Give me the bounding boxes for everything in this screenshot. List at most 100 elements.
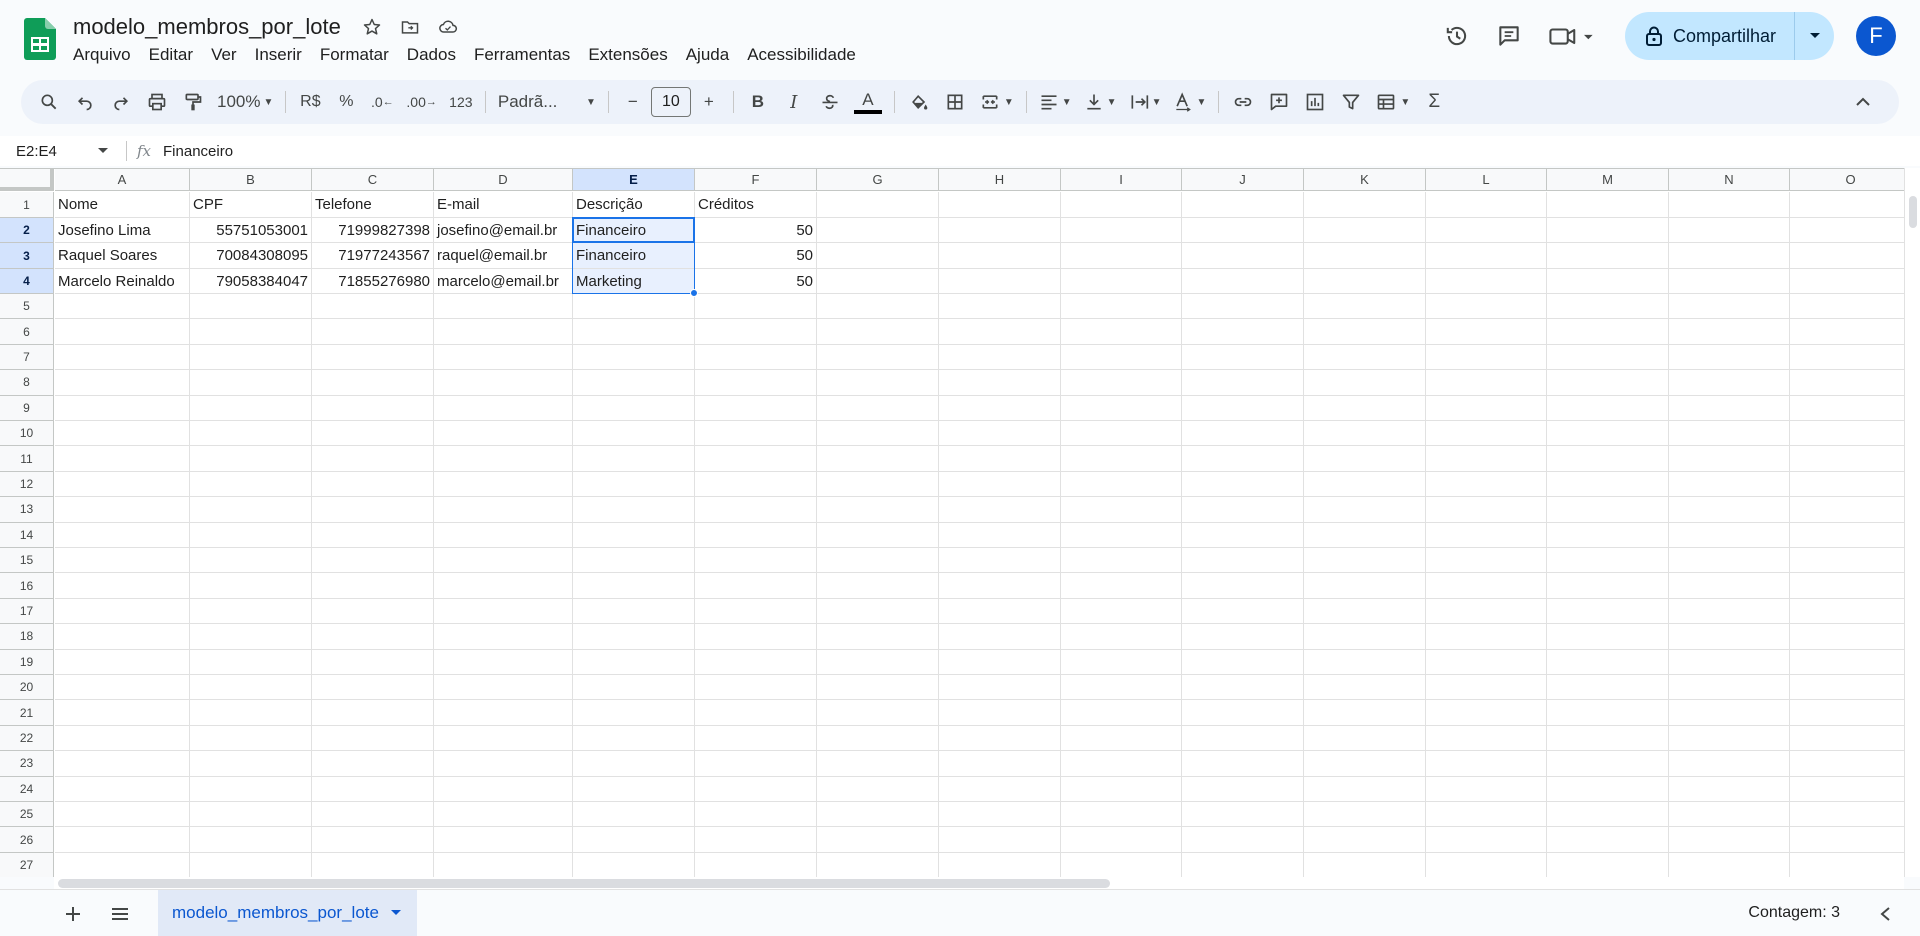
cell-e23[interactable] <box>573 751 695 777</box>
cell-i17[interactable] <box>1061 598 1182 625</box>
cell-f20[interactable] <box>695 675 817 701</box>
cell-o1[interactable] <box>1790 192 1904 218</box>
cell-g27[interactable] <box>817 852 939 877</box>
cell-l17[interactable] <box>1426 598 1547 625</box>
cell-a14[interactable] <box>55 522 190 548</box>
cell-g14[interactable] <box>817 522 939 548</box>
row-header-8[interactable]: 8 <box>0 370 54 396</box>
cell-m14[interactable] <box>1547 522 1669 548</box>
cell-j10[interactable] <box>1182 421 1304 447</box>
cell-a5[interactable] <box>55 294 190 320</box>
cell-e27[interactable] <box>573 852 695 877</box>
cell-b15[interactable] <box>190 548 312 574</box>
cell-n1[interactable] <box>1669 192 1790 218</box>
cell-g17[interactable] <box>817 598 939 625</box>
cell-c1[interactable]: Telefone <box>312 192 434 218</box>
cell-c13[interactable] <box>312 497 434 523</box>
selection-count[interactable]: Contagem: 3 <box>1748 904 1840 922</box>
cell-d23[interactable] <box>434 751 573 777</box>
cell-m3[interactable] <box>1547 243 1669 269</box>
cell-o8[interactable] <box>1790 370 1904 396</box>
cell-f27[interactable] <box>695 852 817 877</box>
cell-b16[interactable] <box>190 573 312 599</box>
cell-k11[interactable] <box>1304 446 1426 472</box>
row-header-2[interactable]: 2 <box>0 218 54 243</box>
cell-i21[interactable] <box>1061 700 1182 726</box>
cell-i10[interactable] <box>1061 421 1182 447</box>
cell-e25[interactable] <box>573 802 695 828</box>
cell-l14[interactable] <box>1426 522 1547 548</box>
cell-d20[interactable] <box>434 675 573 701</box>
cell-d14[interactable] <box>434 522 573 548</box>
cell-i13[interactable] <box>1061 497 1182 523</box>
cell-m21[interactable] <box>1547 700 1669 726</box>
cell-g12[interactable] <box>817 471 939 498</box>
cell-i20[interactable] <box>1061 675 1182 701</box>
cell-k2[interactable] <box>1304 218 1426 243</box>
cell-o25[interactable] <box>1790 802 1904 828</box>
bold-button[interactable]: B <box>742 86 774 118</box>
cell-l25[interactable] <box>1426 802 1547 828</box>
cell-n25[interactable] <box>1669 802 1790 828</box>
cell-n10[interactable] <box>1669 421 1790 447</box>
cell-n2[interactable] <box>1669 218 1790 243</box>
create-filter-button[interactable] <box>1335 86 1367 118</box>
cell-d9[interactable] <box>434 395 573 421</box>
cell-k27[interactable] <box>1304 852 1426 877</box>
cell-f5[interactable] <box>695 294 817 320</box>
cell-c26[interactable] <box>312 827 434 853</box>
cell-o2[interactable] <box>1790 218 1904 243</box>
cell-o15[interactable] <box>1790 548 1904 574</box>
borders-button[interactable] <box>939 86 971 118</box>
cell-k14[interactable] <box>1304 522 1426 548</box>
cell-a2[interactable]: Josefino Lima <box>55 218 190 243</box>
cell-l5[interactable] <box>1426 294 1547 320</box>
caret-down-icon[interactable] <box>390 910 401 916</box>
cell-m13[interactable] <box>1547 497 1669 523</box>
horizontal-scrollbar[interactable] <box>54 877 1904 889</box>
cell-n16[interactable] <box>1669 573 1790 599</box>
cell-j7[interactable] <box>1182 344 1304 371</box>
cell-j18[interactable] <box>1182 624 1304 650</box>
cell-i12[interactable] <box>1061 471 1182 498</box>
cell-g20[interactable] <box>817 675 939 701</box>
cell-m23[interactable] <box>1547 751 1669 777</box>
cell-h2[interactable] <box>939 218 1061 243</box>
cell-a22[interactable] <box>55 725 190 752</box>
cell-d19[interactable] <box>434 649 573 675</box>
cell-c9[interactable] <box>312 395 434 421</box>
cell-k8[interactable] <box>1304 370 1426 396</box>
cell-a13[interactable] <box>55 497 190 523</box>
cell-l26[interactable] <box>1426 827 1547 853</box>
cell-f12[interactable] <box>695 471 817 498</box>
cell-m24[interactable] <box>1547 776 1669 802</box>
horizontal-align-button[interactable]: ▼ <box>1035 86 1076 118</box>
cell-j19[interactable] <box>1182 649 1304 675</box>
cell-m5[interactable] <box>1547 294 1669 320</box>
star-icon[interactable] <box>360 15 384 39</box>
cell-i1[interactable] <box>1061 192 1182 218</box>
row-header-25[interactable]: 25 <box>0 802 54 828</box>
cell-d6[interactable] <box>434 319 573 345</box>
zoom-select[interactable]: 100% ▼ <box>213 86 277 118</box>
cell-o20[interactable] <box>1790 675 1904 701</box>
cell-n27[interactable] <box>1669 852 1790 877</box>
cell-e21[interactable] <box>573 700 695 726</box>
cell-e16[interactable] <box>573 573 695 599</box>
column-header-j[interactable]: J <box>1182 169 1304 191</box>
row-header-3[interactable]: 3 <box>0 243 54 269</box>
cell-h23[interactable] <box>939 751 1061 777</box>
cell-n20[interactable] <box>1669 675 1790 701</box>
cell-f14[interactable] <box>695 522 817 548</box>
row-header-4[interactable]: 4 <box>0 269 54 294</box>
cell-o26[interactable] <box>1790 827 1904 853</box>
cell-a24[interactable] <box>55 776 190 802</box>
cell-h5[interactable] <box>939 294 1061 320</box>
decrease-decimal-button[interactable]: .0 ← <box>366 86 398 118</box>
cell-h16[interactable] <box>939 573 1061 599</box>
cell-i26[interactable] <box>1061 827 1182 853</box>
cell-h9[interactable] <box>939 395 1061 421</box>
cell-l9[interactable] <box>1426 395 1547 421</box>
cell-f10[interactable] <box>695 421 817 447</box>
cell-b3[interactable]: 70084308095 <box>190 243 312 269</box>
